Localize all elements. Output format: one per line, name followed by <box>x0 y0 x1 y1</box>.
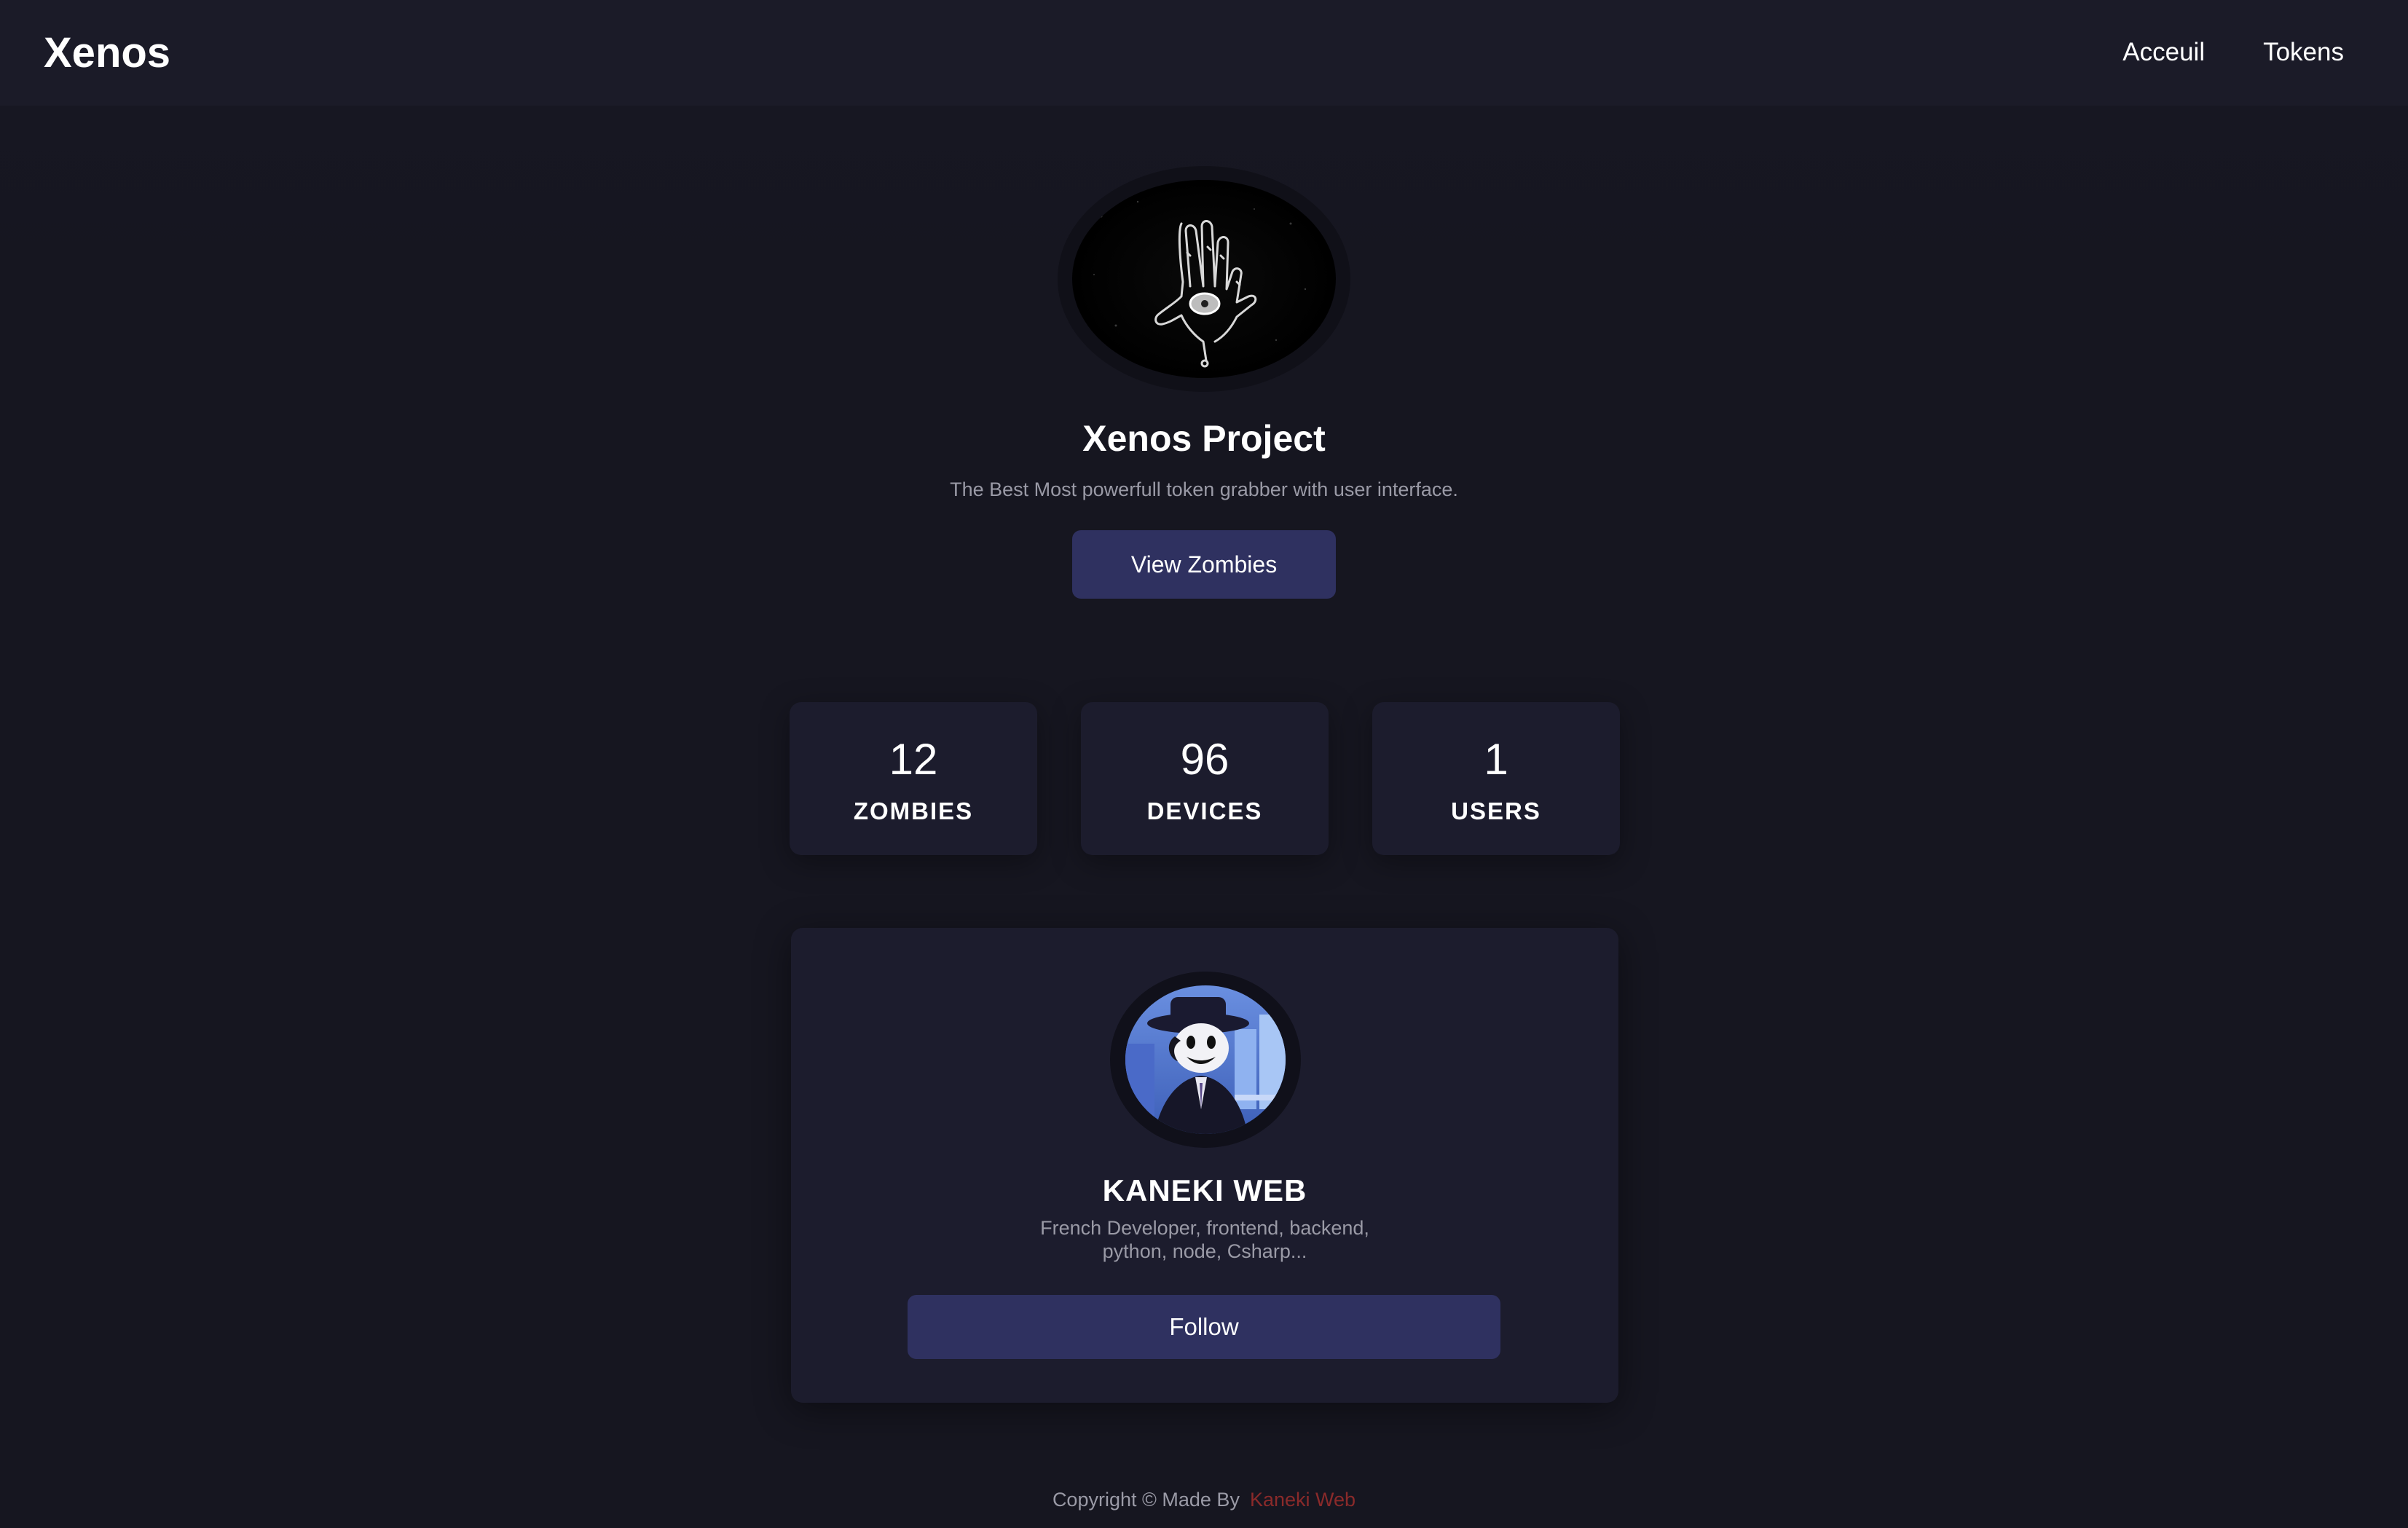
profile-bio: French Developer, frontend, backend, pyt… <box>1040 1217 1369 1262</box>
hero-title: Xenos Project <box>1082 418 1326 459</box>
brand-logo[interactable]: Xenos <box>44 28 170 79</box>
stat-value: 12 <box>889 735 938 784</box>
nav-link-acceuil[interactable]: Acceuil <box>2122 36 2205 68</box>
stat-card-users: 1 USERS <box>1372 702 1620 855</box>
project-logo <box>1058 166 1350 392</box>
hero-subtitle: The Best Most powerfull token grabber wi… <box>950 479 1458 500</box>
page: Xenos Acceuil Tokens Xenos Project The B… <box>0 0 2408 1528</box>
footer-copyright: Copyright © Made By <box>1052 1489 1240 1511</box>
stat-label: ZOMBIES <box>853 798 974 824</box>
stat-value: 96 <box>1180 735 1229 784</box>
occult-hand-eye-icon <box>1072 180 1336 378</box>
main-nav: Acceuil Tokens <box>2122 36 2344 68</box>
stat-card-zombies: 12 ZOMBIES <box>790 702 1037 855</box>
footer: Copyright © Made By Kaneki Web <box>0 1486 2408 1513</box>
stat-label: USERS <box>1451 798 1541 824</box>
stat-label: DEVICES <box>1146 798 1263 824</box>
header: Xenos Acceuil Tokens <box>0 0 2408 106</box>
masked-character-avatar <box>1125 985 1286 1134</box>
view-zombies-button[interactable]: View Zombies <box>1072 530 1336 599</box>
avatar <box>1125 985 1286 1134</box>
follow-button[interactable]: Follow <box>908 1295 1500 1359</box>
stat-card-devices: 96 DEVICES <box>1081 702 1329 855</box>
avatar-ring <box>1110 972 1301 1148</box>
nav-link-tokens[interactable]: Tokens <box>2263 36 2344 68</box>
footer-author-link[interactable]: Kaneki Web <box>1250 1489 1356 1511</box>
profile-name: KANEKI WEB <box>1102 1173 1307 1208</box>
stat-value: 1 <box>1484 735 1508 784</box>
profile-card: KANEKI WEB French Developer, frontend, b… <box>791 928 1618 1403</box>
